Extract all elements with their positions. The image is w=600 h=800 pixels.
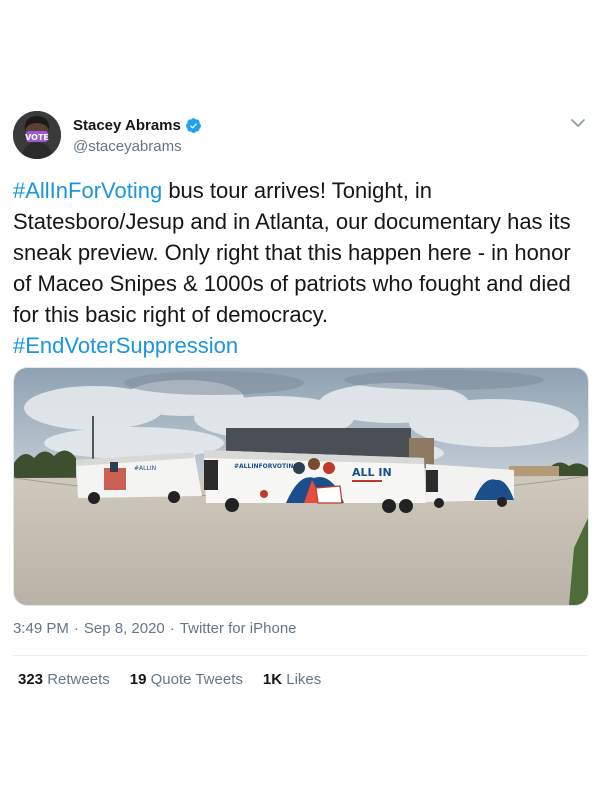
timestamp-row: 3:49 PM · Sep 8, 2020 · Twitter for iPho… — [13, 620, 297, 637]
tweet-photo[interactable]: #ALLIN #ALLINFORVOTING ALL IN — [13, 367, 589, 606]
bus-logo: ALL IN — [352, 466, 392, 479]
tweet-time[interactable]: 3:49 PM — [13, 620, 69, 637]
tweet-card: VOTE Stacey Abrams @staceyabrams #AllInF… — [0, 0, 600, 800]
meta-separator: · — [73, 620, 79, 637]
user-handle[interactable]: @staceyabrams — [73, 138, 202, 155]
avatar[interactable]: VOTE — [13, 111, 61, 159]
quotes-label: Quote Tweets — [150, 671, 243, 688]
avatar-image: VOTE — [13, 111, 61, 159]
verified-badge-icon — [185, 117, 201, 133]
chevron-down-icon[interactable] — [570, 115, 586, 131]
stats-row: 323 Retweets 19 Quote Tweets 1K Likes — [18, 671, 321, 688]
retweets-count: 323 — [18, 671, 44, 688]
hashtag-link[interactable]: #EndVoterSuppression — [13, 333, 238, 358]
meta-separator: · — [169, 620, 175, 637]
tweet-source[interactable]: Twitter for iPhone — [180, 620, 297, 637]
bus-left: #ALLIN — [76, 452, 202, 504]
display-name[interactable]: Stacey Abrams — [73, 117, 181, 134]
bus-photo: #ALLIN #ALLINFORVOTING ALL IN — [14, 368, 588, 605]
retweets-label: Retweets — [47, 671, 110, 688]
likes-stat[interactable]: 1K Likes — [263, 671, 321, 688]
author-block: Stacey Abrams @staceyabrams — [73, 115, 202, 155]
name-row: Stacey Abrams — [73, 115, 202, 135]
tweet-text: #AllInForVoting bus tour arrives! Tonigh… — [13, 175, 591, 361]
tweet-date[interactable]: Sep 8, 2020 — [84, 620, 165, 637]
retweets-stat[interactable]: 323 Retweets — [18, 671, 110, 688]
hashtag-link[interactable]: #AllInForVoting — [13, 178, 162, 203]
quotes-count: 19 — [129, 671, 147, 688]
bus-hashtag: #ALLINFORVOTING — [234, 463, 298, 470]
likes-count: 1K — [262, 671, 283, 688]
likes-label: Likes — [286, 671, 322, 688]
svg-text:#ALLIN: #ALLIN — [134, 465, 156, 472]
divider — [13, 655, 587, 656]
avatar-badge-text: VOTE — [25, 133, 49, 142]
quote-tweets-stat[interactable]: 19 Quote Tweets — [130, 671, 243, 688]
